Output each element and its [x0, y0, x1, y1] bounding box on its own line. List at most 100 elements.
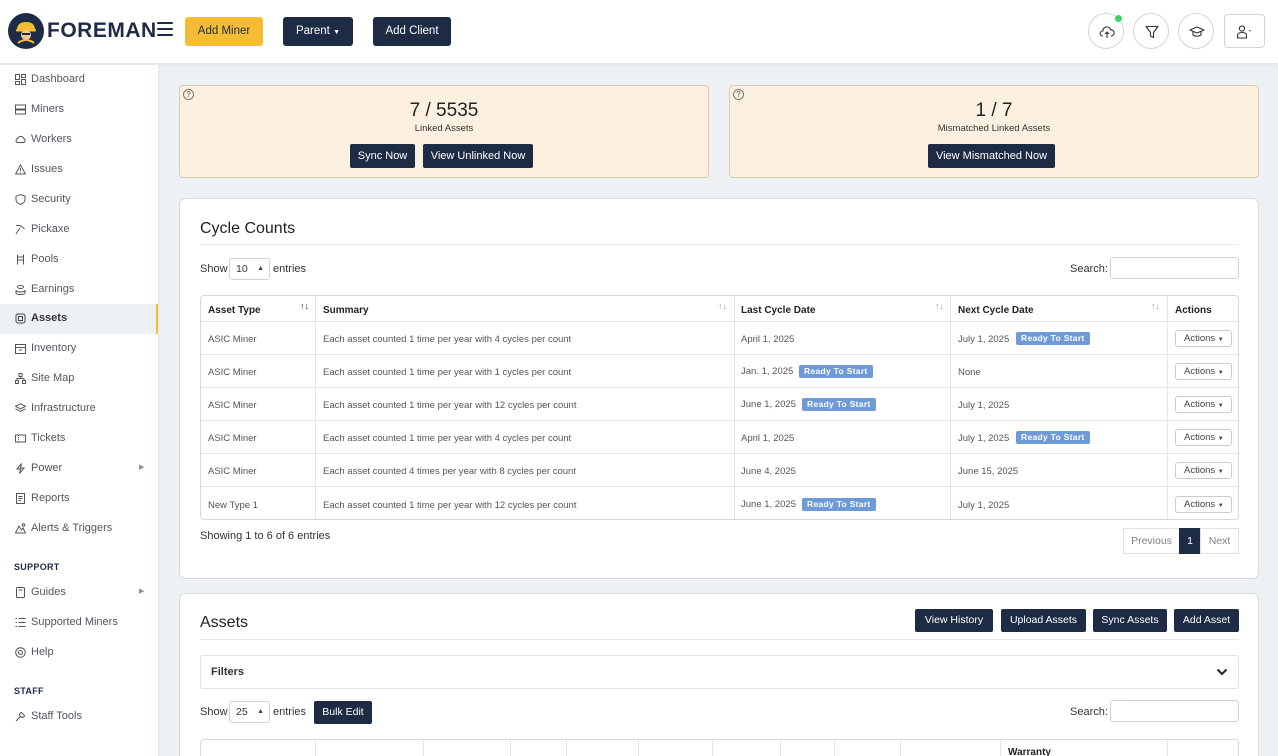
help-icon	[15, 647, 26, 658]
assets-panel: Assets View History Upload Assets Sync A…	[179, 593, 1259, 756]
chevron-right-icon: ▶	[139, 464, 145, 471]
server-icon	[15, 104, 26, 115]
cycle-counts-panel: Cycle Counts Show 10 ▲ entries Search: A…	[179, 198, 1259, 579]
row-actions-button[interactable]: Actions ▼	[1175, 462, 1232, 479]
shield-icon	[15, 194, 26, 205]
col-header-summary[interactable]: Summary	[323, 305, 369, 316]
assets-search-input[interactable]	[1110, 700, 1239, 722]
assets-entries-select[interactable]: 25 ▲	[229, 701, 270, 723]
row-actions-button[interactable]: Actions ▼	[1175, 363, 1232, 380]
sidebar-item-pickaxe[interactable]: Pickaxe	[0, 215, 158, 245]
sidebar-item-workers[interactable]: Workers	[0, 125, 158, 155]
add-miner-button[interactable]: Add Miner	[185, 17, 263, 46]
sort-icon[interactable]: ↑↓	[1151, 301, 1160, 311]
user-icon	[1236, 25, 1251, 39]
cell-next-cycle: July 1, 2025	[958, 433, 1010, 444]
question-icon[interactable]: ?	[183, 89, 194, 100]
cell-summary: Each asset counted 1 time per year with …	[323, 400, 577, 411]
row-actions-button[interactable]: Actions ▼	[1175, 496, 1232, 513]
sidebar-item-dashboard[interactable]: Dashboard	[0, 65, 158, 95]
guide-icon	[16, 587, 25, 598]
pickaxe-icon	[15, 224, 25, 235]
sidebar-item-label: Earnings	[31, 283, 75, 295]
search-label: Search:	[1070, 263, 1108, 275]
parent-dropdown-button[interactable]: Parent ▼	[283, 17, 353, 46]
search-label: Search:	[1070, 706, 1108, 718]
upload-assets-button[interactable]: Upload Assets	[1001, 609, 1086, 632]
user-menu-button[interactable]	[1224, 14, 1265, 48]
sidebar-item-label: Power	[31, 462, 63, 474]
sort-icon[interactable]: ↑↓	[718, 301, 727, 311]
sidebar-item-infrastructure[interactable]: Infrastructure	[0, 394, 158, 424]
select-arrows-icon: ▲	[257, 265, 264, 272]
sort-icon[interactable]: ↑↓	[935, 301, 944, 311]
col-header-next-cycle[interactable]: Next Cycle Date	[958, 305, 1034, 316]
sidebar-item-earnings[interactable]: Earnings	[0, 275, 158, 305]
cell-next-cycle: None	[958, 367, 981, 378]
row-actions-button[interactable]: Actions ▼	[1175, 330, 1232, 347]
col-header-warranty[interactable]: Warranty	[1008, 747, 1051, 756]
cell-next-cycle: June 15, 2025	[958, 466, 1019, 477]
ready-badge: Ready To Start	[1016, 431, 1090, 444]
row-actions-button[interactable]: Actions ▼	[1175, 429, 1232, 446]
menu-toggle-icon[interactable]	[157, 22, 173, 36]
cell-summary: Each asset counted 1 time per year with …	[323, 367, 572, 378]
filter-button[interactable]	[1133, 13, 1169, 49]
list-icon	[15, 618, 26, 627]
sidebar-item-site-map[interactable]: Site Map	[0, 364, 158, 394]
graduation-cap-icon	[1189, 26, 1205, 37]
sidebar-item-power[interactable]: Power ▶	[0, 454, 158, 484]
view-history-button[interactable]: View History	[915, 609, 993, 632]
sidebar-item-alerts-triggers[interactable]: Alerts & Triggers	[0, 514, 158, 544]
sidebar-item-guides[interactable]: Guides ▶	[0, 578, 158, 608]
view-mismatched-button[interactable]: View Mismatched Now	[928, 144, 1055, 168]
sidebar-item-help[interactable]: Help	[0, 638, 158, 668]
sidebar-item-pools[interactable]: Pools	[0, 245, 158, 275]
sync-assets-button[interactable]: Sync Assets	[1093, 609, 1167, 632]
row-actions-button[interactable]: Actions ▼	[1175, 396, 1232, 413]
col-header-last-cycle[interactable]: Last Cycle Date	[741, 305, 815, 316]
cycle-counts-table: Asset Type ↑↓ Summary ↑↓ Last Cycle Date…	[200, 295, 1239, 520]
sidebar-item-label: Guides	[31, 586, 66, 598]
sidebar-item-label: Help	[31, 646, 54, 658]
sidebar-item-assets[interactable]: Assets	[0, 304, 158, 334]
sidebar-item-inventory[interactable]: Inventory	[0, 334, 158, 364]
col-header-asset-type[interactable]: Asset Type	[208, 305, 261, 316]
actions-label: Actions	[1184, 432, 1216, 443]
sync-now-button[interactable]: Sync Now	[350, 144, 415, 168]
page-1-button[interactable]: 1	[1179, 528, 1201, 554]
academy-button[interactable]	[1178, 13, 1214, 49]
cell-last-cycle: April 1, 2025	[741, 433, 795, 444]
actions-label: Actions	[1184, 333, 1216, 344]
filters-accordion[interactable]: Filters	[200, 655, 1239, 689]
sidebar-item-miners[interactable]: Miners	[0, 95, 158, 125]
cell-asset-type: ASIC Miner	[208, 334, 257, 345]
caret-down-icon: ▼	[333, 29, 341, 36]
sidebar-item-security[interactable]: Security	[0, 185, 158, 215]
add-asset-button[interactable]: Add Asset	[1174, 609, 1239, 632]
cell-summary: Each asset counted 1 time per year with …	[323, 433, 572, 444]
cycle-search-input[interactable]	[1110, 257, 1239, 279]
cell-summary: Each asset counted 1 time per year with …	[323, 500, 577, 511]
sidebar-item-staff-tools[interactable]: Staff Tools	[0, 702, 158, 732]
previous-page-button[interactable]: Previous	[1123, 528, 1180, 554]
sidebar-item-tickets[interactable]: Tickets	[0, 424, 158, 454]
add-client-button[interactable]: Add Client	[373, 17, 451, 46]
sort-icon[interactable]: ↑↓	[300, 301, 309, 311]
support-section-label: SUPPORT	[14, 562, 60, 572]
bulk-edit-button[interactable]: Bulk Edit	[314, 701, 372, 724]
cycle-counts-title: Cycle Counts	[200, 220, 296, 237]
caret-down-icon: ▼	[1217, 403, 1224, 409]
sidebar-item-issues[interactable]: Issues	[0, 155, 158, 185]
question-icon[interactable]: ?	[733, 89, 744, 100]
sidebar-item-reports[interactable]: Reports	[0, 484, 158, 514]
next-page-button[interactable]: Next	[1200, 528, 1239, 554]
sidebar: Dashboard Miners Workers Issues Security…	[0, 65, 159, 756]
sidebar-item-label: Workers	[31, 133, 72, 145]
entries-select[interactable]: 10 ▲	[229, 258, 270, 280]
box-icon	[15, 344, 26, 354]
view-unlinked-button[interactable]: View Unlinked Now	[423, 144, 533, 168]
sidebar-item-supported-miners[interactable]: Supported Miners	[0, 608, 158, 638]
sidebar-item-label: Security	[31, 193, 71, 205]
foreman-logo-icon[interactable]	[8, 13, 44, 49]
